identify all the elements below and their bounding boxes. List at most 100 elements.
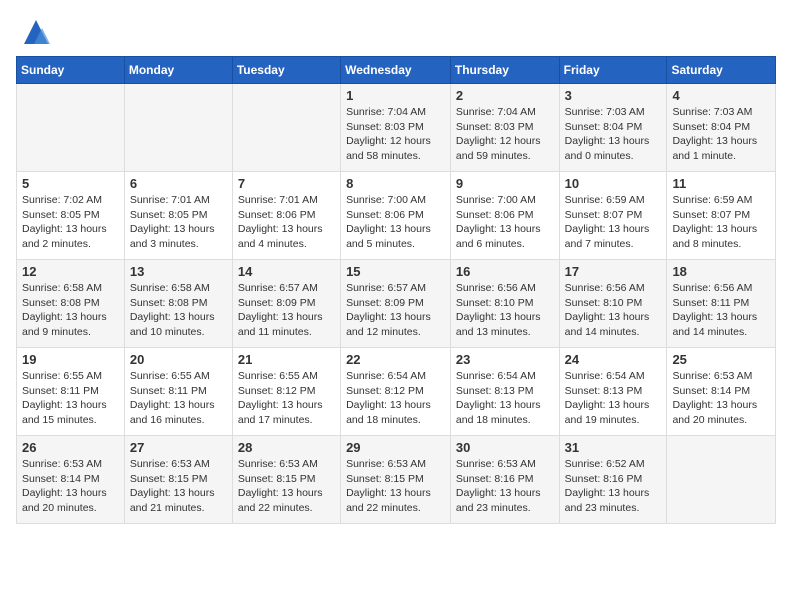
day-number: 10 [565, 176, 662, 191]
day-info: Sunrise: 6:53 AMSunset: 8:15 PMDaylight:… [238, 457, 335, 516]
day-number: 21 [238, 352, 335, 367]
week-row-1: 1Sunrise: 7:04 AMSunset: 8:03 PMDaylight… [17, 84, 776, 172]
day-number: 29 [346, 440, 445, 455]
calendar-header: SundayMondayTuesdayWednesdayThursdayFrid… [17, 57, 776, 84]
day-info: Sunrise: 6:54 AMSunset: 8:12 PMDaylight:… [346, 369, 445, 428]
day-cell [124, 84, 232, 172]
day-number: 12 [22, 264, 119, 279]
day-info: Sunrise: 6:55 AMSunset: 8:12 PMDaylight:… [238, 369, 335, 428]
day-cell: 20 Sunrise: 6:55 AMSunset: 8:11 PMDayligh… [124, 348, 232, 436]
day-cell: 31 Sunrise: 6:52 AMSunset: 8:16 PMDayligh… [559, 436, 667, 524]
day-number: 20 [130, 352, 227, 367]
day-number: 25 [672, 352, 770, 367]
day-cell: 12 Sunrise: 6:58 AMSunset: 8:08 PMDayligh… [17, 260, 125, 348]
day-cell: 9 Sunrise: 7:00 AMSunset: 8:06 PMDaylight… [450, 172, 559, 260]
day-info: Sunrise: 6:58 AMSunset: 8:08 PMDaylight:… [130, 281, 227, 340]
day-number: 24 [565, 352, 662, 367]
day-info: Sunrise: 6:53 AMSunset: 8:14 PMDaylight:… [22, 457, 119, 516]
week-row-2: 5 Sunrise: 7:02 AMSunset: 8:05 PMDaylight… [17, 172, 776, 260]
day-info: Sunrise: 7:04 AMSunset: 8:03 PMDaylight:… [346, 105, 445, 164]
day-cell: 5 Sunrise: 7:02 AMSunset: 8:05 PMDaylight… [17, 172, 125, 260]
day-number: 18 [672, 264, 770, 279]
day-number: 19 [22, 352, 119, 367]
day-number: 8 [346, 176, 445, 191]
day-cell: 25 Sunrise: 6:53 AMSunset: 8:14 PMDayligh… [667, 348, 776, 436]
day-cell: 22 Sunrise: 6:54 AMSunset: 8:12 PMDayligh… [341, 348, 451, 436]
day-number: 30 [456, 440, 554, 455]
day-info: Sunrise: 7:03 AMSunset: 8:04 PMDaylight:… [672, 105, 770, 164]
page-header [16, 16, 776, 48]
day-cell: 16 Sunrise: 6:56 AMSunset: 8:10 PMDayligh… [450, 260, 559, 348]
day-number: 4 [672, 88, 770, 103]
day-cell: 6 Sunrise: 7:01 AMSunset: 8:05 PMDaylight… [124, 172, 232, 260]
day-number: 7 [238, 176, 335, 191]
header-day-sunday: Sunday [17, 57, 125, 84]
day-info: Sunrise: 6:53 AMSunset: 8:15 PMDaylight:… [346, 457, 445, 516]
day-info: Sunrise: 7:01 AMSunset: 8:05 PMDaylight:… [130, 193, 227, 252]
day-info: Sunrise: 6:56 AMSunset: 8:10 PMDaylight:… [456, 281, 554, 340]
day-cell: 26Sunrise: 6:53 AMSunset: 8:14 PMDayligh… [17, 436, 125, 524]
week-row-4: 19 Sunrise: 6:55 AMSunset: 8:11 PMDayligh… [17, 348, 776, 436]
day-number: 9 [456, 176, 554, 191]
day-info: Sunrise: 7:02 AMSunset: 8:05 PMDaylight:… [22, 193, 119, 252]
day-info: Sunrise: 6:55 AMSunset: 8:11 PMDaylight:… [22, 369, 119, 428]
day-info: Sunrise: 6:53 AMSunset: 8:15 PMDaylight:… [130, 457, 227, 516]
day-number: 16 [456, 264, 554, 279]
day-info: Sunrise: 6:56 AMSunset: 8:11 PMDaylight:… [672, 281, 770, 340]
week-row-3: 12 Sunrise: 6:58 AMSunset: 8:08 PMDayligh… [17, 260, 776, 348]
calendar-table: SundayMondayTuesdayWednesdayThursdayFrid… [16, 56, 776, 524]
calendar-body: 1Sunrise: 7:04 AMSunset: 8:03 PMDaylight… [17, 84, 776, 524]
day-info: Sunrise: 7:04 AMSunset: 8:03 PMDaylight:… [456, 105, 554, 164]
day-cell: 11Sunrise: 6:59 AMSunset: 8:07 PMDayligh… [667, 172, 776, 260]
day-number: 14 [238, 264, 335, 279]
day-number: 17 [565, 264, 662, 279]
day-number: 31 [565, 440, 662, 455]
header-day-friday: Friday [559, 57, 667, 84]
day-cell: 7Sunrise: 7:01 AMSunset: 8:06 PMDaylight… [232, 172, 340, 260]
day-number: 5 [22, 176, 119, 191]
day-info: Sunrise: 6:55 AMSunset: 8:11 PMDaylight:… [130, 369, 227, 428]
week-row-5: 26Sunrise: 6:53 AMSunset: 8:14 PMDayligh… [17, 436, 776, 524]
day-cell: 19 Sunrise: 6:55 AMSunset: 8:11 PMDayligh… [17, 348, 125, 436]
day-cell [232, 84, 340, 172]
day-info: Sunrise: 6:54 AMSunset: 8:13 PMDaylight:… [456, 369, 554, 428]
day-cell: 27 Sunrise: 6:53 AMSunset: 8:15 PMDayligh… [124, 436, 232, 524]
day-cell: 10Sunrise: 6:59 AMSunset: 8:07 PMDayligh… [559, 172, 667, 260]
day-number: 15 [346, 264, 445, 279]
header-day-thursday: Thursday [450, 57, 559, 84]
header-day-monday: Monday [124, 57, 232, 84]
day-number: 3 [565, 88, 662, 103]
day-info: Sunrise: 6:53 AMSunset: 8:14 PMDaylight:… [672, 369, 770, 428]
day-number: 2 [456, 88, 554, 103]
day-cell: 24 Sunrise: 6:54 AMSunset: 8:13 PMDayligh… [559, 348, 667, 436]
day-cell: 2 Sunrise: 7:04 AMSunset: 8:03 PMDaylight… [450, 84, 559, 172]
day-cell: 18 Sunrise: 6:56 AMSunset: 8:11 PMDayligh… [667, 260, 776, 348]
header-day-tuesday: Tuesday [232, 57, 340, 84]
day-cell: 28 Sunrise: 6:53 AMSunset: 8:15 PMDayligh… [232, 436, 340, 524]
day-info: Sunrise: 7:00 AMSunset: 8:06 PMDaylight:… [346, 193, 445, 252]
day-number: 27 [130, 440, 227, 455]
header-day-saturday: Saturday [667, 57, 776, 84]
day-info: Sunrise: 6:54 AMSunset: 8:13 PMDaylight:… [565, 369, 662, 428]
day-cell: 23 Sunrise: 6:54 AMSunset: 8:13 PMDayligh… [450, 348, 559, 436]
day-cell [667, 436, 776, 524]
day-cell: 21 Sunrise: 6:55 AMSunset: 8:12 PMDayligh… [232, 348, 340, 436]
day-cell: 29 Sunrise: 6:53 AMSunset: 8:15 PMDayligh… [341, 436, 451, 524]
day-info: Sunrise: 6:58 AMSunset: 8:08 PMDaylight:… [22, 281, 119, 340]
day-info: Sunrise: 7:00 AMSunset: 8:06 PMDaylight:… [456, 193, 554, 252]
day-info: Sunrise: 6:52 AMSunset: 8:16 PMDaylight:… [565, 457, 662, 516]
header-day-wednesday: Wednesday [341, 57, 451, 84]
day-number: 22 [346, 352, 445, 367]
logo [16, 16, 52, 48]
day-info: Sunrise: 6:57 AMSunset: 8:09 PMDaylight:… [346, 281, 445, 340]
day-number: 23 [456, 352, 554, 367]
day-info: Sunrise: 6:59 AMSunset: 8:07 PMDaylight:… [672, 193, 770, 252]
day-cell: 3Sunrise: 7:03 AMSunset: 8:04 PMDaylight… [559, 84, 667, 172]
day-number: 6 [130, 176, 227, 191]
day-number: 28 [238, 440, 335, 455]
day-cell: 8 Sunrise: 7:00 AMSunset: 8:06 PMDaylight… [341, 172, 451, 260]
header-row: SundayMondayTuesdayWednesdayThursdayFrid… [17, 57, 776, 84]
day-cell: 30Sunrise: 6:53 AMSunset: 8:16 PMDayligh… [450, 436, 559, 524]
day-cell: 4 Sunrise: 7:03 AMSunset: 8:04 PMDaylight… [667, 84, 776, 172]
day-cell: 14Sunrise: 6:57 AMSunset: 8:09 PMDayligh… [232, 260, 340, 348]
